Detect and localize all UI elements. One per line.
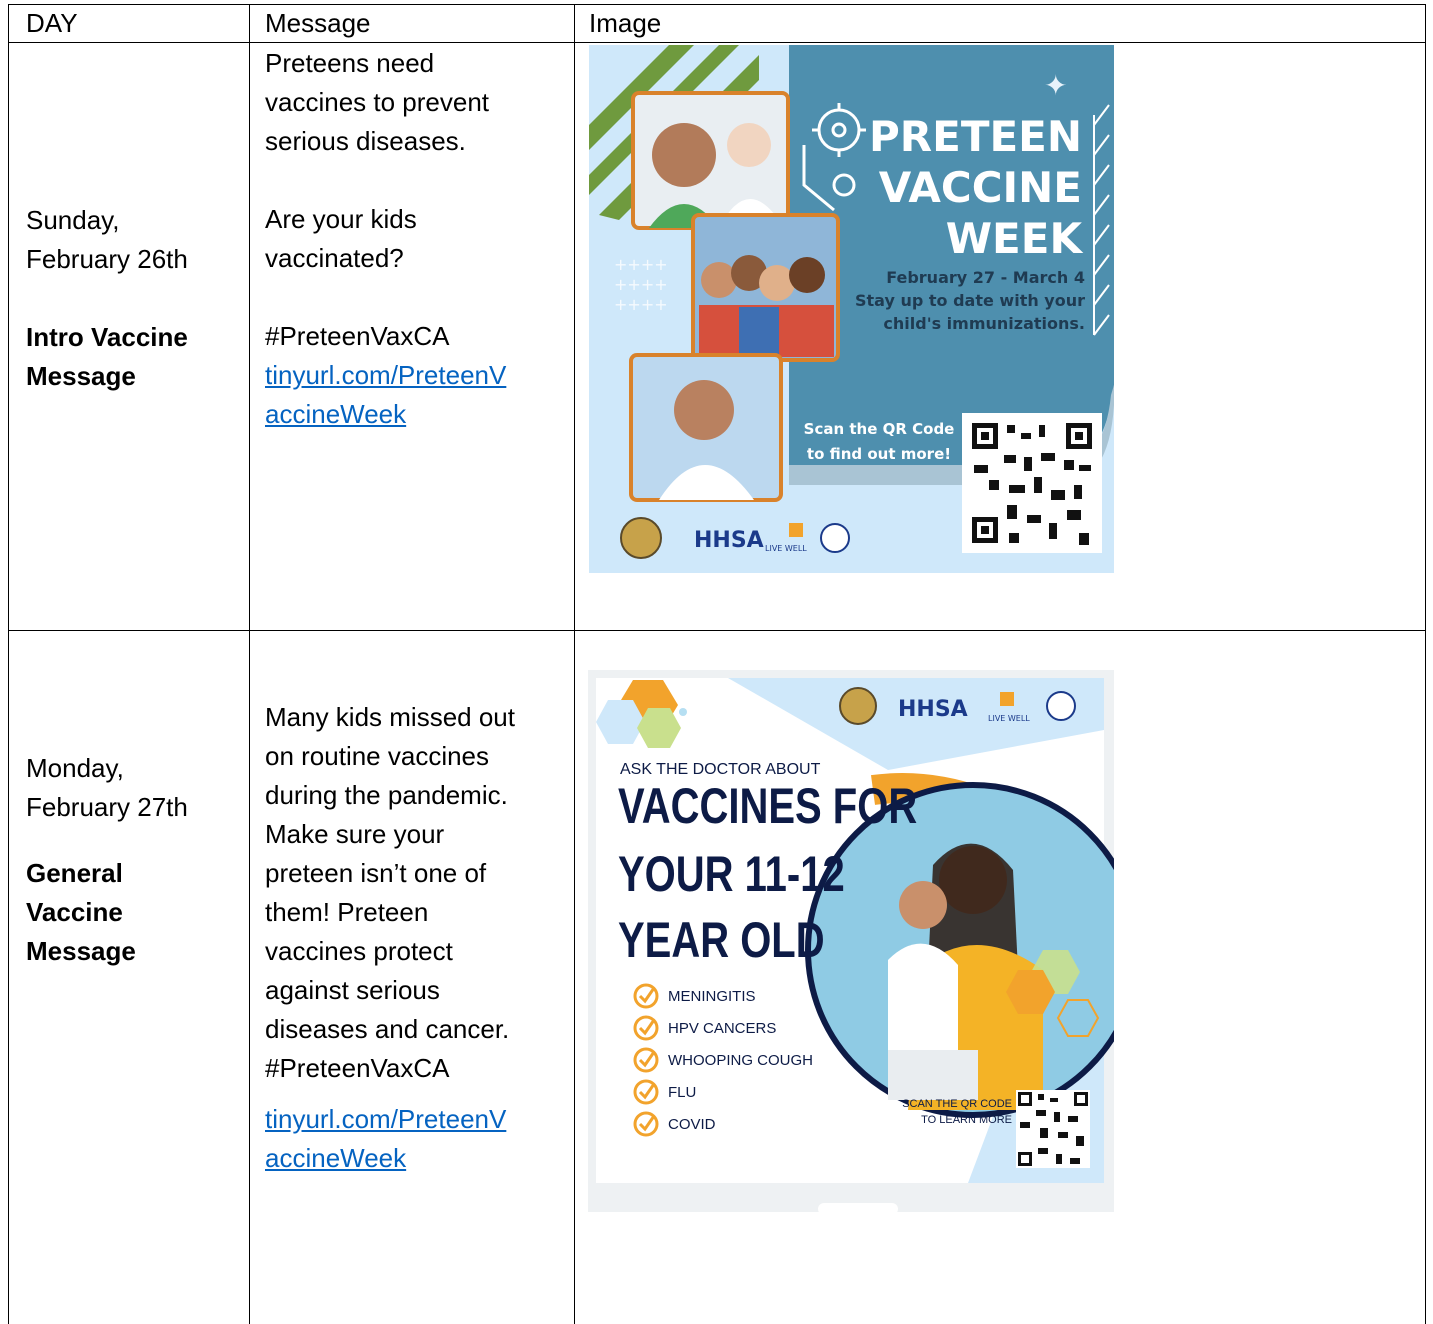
row2-day-line: Monday, — [26, 753, 124, 783]
vaccines-for-11-12-poster: HHSA LIVE WELL ASK THE DOCTOR ABOUT VACC… — [588, 670, 1114, 1212]
row2-message-line: Make sure your — [265, 819, 445, 849]
row1-message-line: vaccines to prevent — [265, 87, 490, 117]
checklist-item: WHOOPING COUGH — [668, 1052, 813, 1069]
row1-type-line: Intro Vaccine — [26, 322, 188, 352]
row2-message-line: #PreteenVaxCA — [265, 1053, 450, 1083]
poster2-title-line: YOUR 11-12 — [618, 846, 845, 902]
sparkle-icon: ✦ — [1044, 69, 1067, 102]
poster2-qr-line: SCAN THE QR CODE — [902, 1098, 1012, 1110]
live-well-logo: LIVE WELL — [765, 544, 807, 553]
photo-doctor — [727, 123, 771, 167]
row-divider — [8, 630, 1426, 631]
row1-message-line: Are your kids — [265, 204, 417, 234]
poster1-tagline: Stay up to date with your — [855, 291, 1085, 310]
table-border-right — [1425, 4, 1426, 1324]
header-image: Image — [589, 8, 662, 38]
row1-day-line: Sunday, — [26, 205, 120, 235]
row1-message-cell: Preteens need vaccines to prevent seriou… — [265, 44, 506, 434]
poster1-title-line: VACCINE — [879, 163, 1082, 212]
poster1-title-line: PRETEEN — [869, 112, 1082, 161]
poster2-title-line: VACCINES FOR — [618, 778, 917, 834]
table-border-left — [8, 4, 9, 1324]
row1-message-line — [265, 161, 506, 200]
row1-day-cell: Sunday, February 26th Intro Vaccine Mess… — [26, 201, 188, 396]
live-well-icon — [1000, 692, 1014, 706]
row2-message-line: during the pandemic. — [265, 780, 508, 810]
checklist-item: FLU — [668, 1084, 696, 1101]
photo-group-kids — [699, 255, 834, 357]
poster1-subtext: February 27 - March 4 Stay up to date wi… — [855, 268, 1085, 333]
preteen-vaccine-week-poster: ++++ ++++ ++++ ✦ PRETEEN VACCINE WEEK Febr… — [589, 45, 1114, 573]
header-day: DAY — [26, 8, 78, 38]
svg-text:++++: ++++ — [614, 255, 668, 274]
row2-message-line: vaccines protect — [265, 936, 453, 966]
row2-message-line: preteen isn’t one of — [265, 858, 487, 888]
column-divider-1 — [249, 4, 250, 1324]
photo-girl — [674, 380, 734, 440]
checklist-item: HPV CANCERS — [668, 1020, 776, 1037]
row2-message-line: them! Preteen — [265, 897, 429, 927]
column-divider-2 — [574, 4, 575, 1324]
row1-message-line: #PreteenVaxCA — [265, 321, 450, 351]
link-line[interactable]: accineWeek — [265, 1139, 515, 1178]
row2-message-line: Many kids missed out — [265, 702, 515, 732]
county-seal-icon — [620, 517, 662, 559]
row2-type-line: Message — [26, 936, 136, 966]
link-line[interactable]: tinyurl.com/PreteenV — [265, 1100, 515, 1139]
header-message: Message — [265, 8, 371, 38]
checklist-item: MENINGITIS — [668, 988, 756, 1005]
poster2-title-line: YEAR OLD — [618, 912, 825, 968]
poster1-graphic: ++++++++++++ ✦ PRETEEN VACCINE WEEK Febr… — [589, 45, 1114, 573]
row2-message-line: diseases and cancer. — [265, 1014, 510, 1044]
row2-type-line: Vaccine — [26, 897, 123, 927]
live-well-icon — [789, 523, 803, 537]
link-line[interactable]: accineWeek — [265, 395, 506, 434]
row1-message-line: serious diseases. — [265, 126, 466, 156]
partner-seal-icon — [820, 523, 850, 553]
poster2-qr-line: TO LEARN MORE — [921, 1114, 1012, 1126]
link-line[interactable]: tinyurl.com/PreteenV — [265, 356, 506, 395]
poster1-title-line: WEEK — [946, 214, 1084, 263]
table-border-top — [8, 4, 1426, 5]
live-well-logo: LIVE WELL — [988, 714, 1030, 723]
hhsa-logo: HHSA — [694, 528, 764, 553]
header-row-divider — [8, 42, 1426, 43]
row2-message-cell: Many kids missed out on routine vaccines… — [265, 698, 515, 1178]
row1-message-line: Preteens need — [265, 48, 435, 78]
row2-type-line: General — [26, 858, 123, 888]
checklist-item: COVID — [668, 1116, 716, 1133]
plus-pattern: ++++++++++++ — [614, 255, 668, 314]
row2-message-line: on routine vaccines — [265, 741, 490, 771]
poster1-dates: February 27 - March 4 — [886, 268, 1085, 287]
svg-text:++++: ++++ — [614, 275, 668, 294]
photo-child — [652, 123, 716, 187]
poster1-qr-line: to find out more! — [807, 445, 951, 463]
partner-seal-icon — [1046, 691, 1076, 721]
poster1-qr-line: Scan the QR Code — [804, 420, 955, 438]
row1-message-line — [265, 278, 506, 317]
row2-tinyurl-link[interactable]: tinyurl.com/PreteenV accineWeek — [265, 1100, 515, 1178]
row2-message-line: against serious — [265, 975, 440, 1005]
poster1-tagline: child's immunizations. — [883, 314, 1085, 333]
row2-day-line: February 27th — [26, 792, 188, 822]
row1-day-line: February 26th — [26, 244, 188, 274]
hhsa-logo: HHSA — [898, 697, 968, 722]
row1-message-line: vaccinated? — [265, 243, 404, 273]
svg-text:++++: ++++ — [614, 295, 668, 314]
row2-day-cell: Monday, February 27th General Vaccine Me… — [26, 749, 188, 971]
row1-type-line: Message — [26, 361, 136, 391]
row1-tinyurl-link[interactable]: tinyurl.com/PreteenV accineWeek — [265, 356, 506, 434]
scroll-tab — [818, 1203, 898, 1212]
county-seal-icon — [839, 687, 877, 725]
poster2-kicker: ASK THE DOCTOR ABOUT — [620, 761, 821, 778]
poster2-graphic: HHSA LIVE WELL ASK THE DOCTOR ABOUT VACC… — [588, 670, 1114, 1212]
